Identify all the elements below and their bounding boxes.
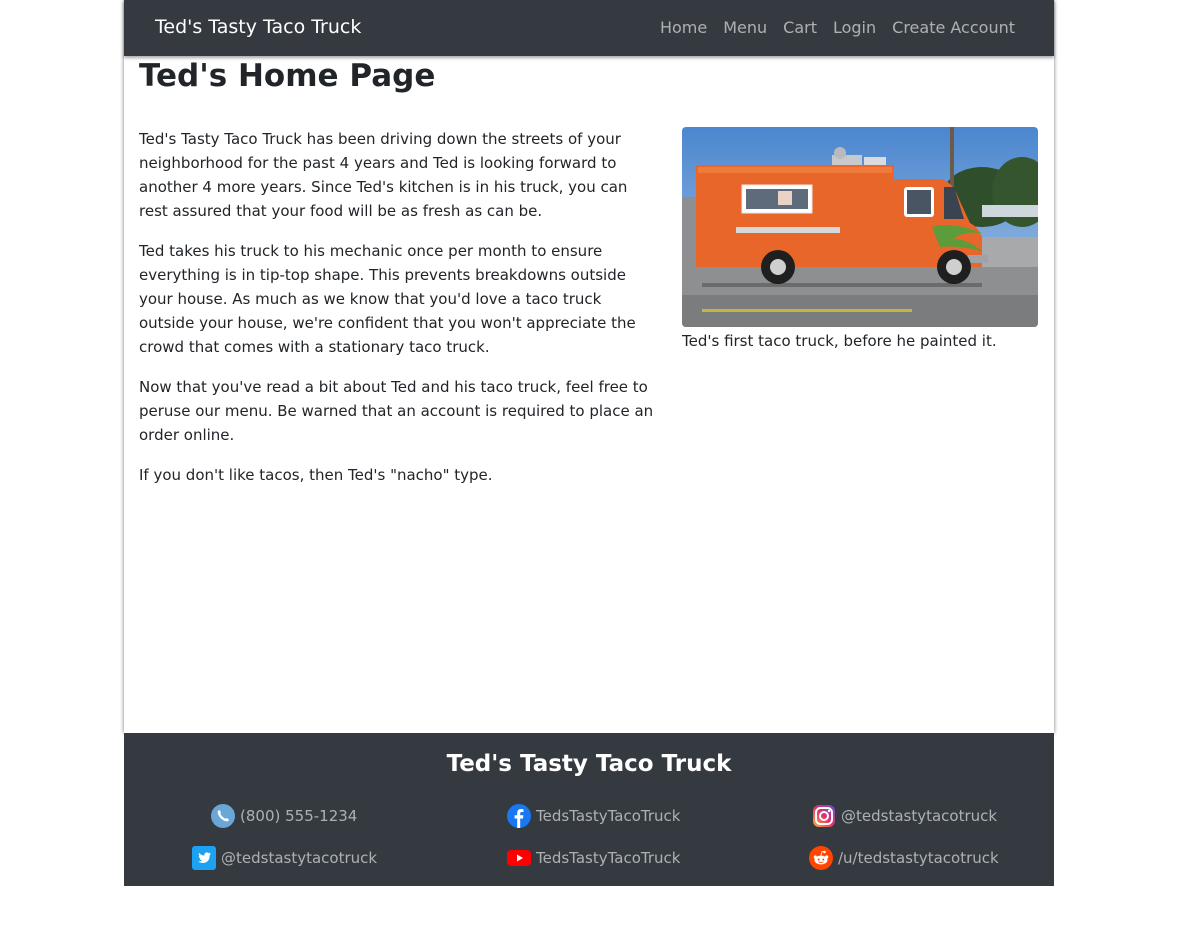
page-container: Ted's Tasty Taco Truck Home Menu Cart Lo…: [124, 0, 1054, 733]
youtube-icon: [507, 846, 531, 870]
nav-cart[interactable]: Cart: [783, 18, 817, 37]
brand-link[interactable]: Ted's Tasty Taco Truck: [155, 16, 361, 38]
image-caption: Ted's first taco truck, before he painte…: [682, 332, 997, 350]
reddit-icon: [809, 846, 833, 870]
nav-home[interactable]: Home: [660, 18, 707, 37]
page-title: Ted's Home Page: [139, 58, 436, 94]
taco-truck-image: [682, 127, 1038, 327]
phone-link[interactable]: (800) 555-1234: [211, 804, 357, 828]
navbar: Ted's Tasty Taco Truck Home Menu Cart Lo…: [124, 0, 1054, 56]
reddit-text: /u/tedstastytacotruck: [838, 849, 999, 867]
twitter-icon: [192, 846, 216, 870]
instagram-text: @tedstastytacotruck: [841, 807, 998, 825]
footer: Ted's Tasty Taco Truck (800) 555-1234 Te…: [124, 733, 1054, 886]
reddit-link[interactable]: /u/tedstastytacotruck: [809, 846, 999, 870]
youtube-text: TedsTastyTacoTruck: [536, 849, 681, 867]
paragraph: Now that you've read a bit about Ted and…: [139, 378, 654, 444]
truck-figure: Ted's first taco truck, before he painte…: [682, 127, 1038, 351]
nav-menu[interactable]: Menu: [723, 18, 767, 37]
twitter-text: @tedstastytacotruck: [221, 849, 378, 867]
paragraph: Ted's Tasty Taco Truck has been driving …: [139, 130, 628, 220]
facebook-text: TedsTastyTacoTruck: [536, 807, 681, 825]
nav-login[interactable]: Login: [833, 18, 876, 37]
paragraph: If you don't like tacos, then Ted's "nac…: [139, 466, 493, 484]
footer-title: Ted's Tasty Taco Truck: [446, 751, 732, 777]
facebook-icon: [507, 804, 531, 828]
paragraph: Ted takes his truck to his mechanic once…: [139, 242, 636, 356]
twitter-link[interactable]: @tedstastytacotruck: [192, 846, 377, 870]
instagram-icon: [812, 804, 836, 828]
instagram-link[interactable]: @tedstastytacotruck: [812, 804, 997, 828]
nav-create-account[interactable]: Create Account: [892, 18, 1015, 37]
youtube-link[interactable]: TedsTastyTacoTruck: [507, 846, 681, 870]
phone-text: (800) 555-1234: [240, 807, 358, 825]
phone-icon: [211, 804, 235, 828]
nav-links: Home Menu Cart Login Create Account: [660, 18, 1015, 37]
facebook-link[interactable]: TedsTastyTacoTruck: [507, 804, 681, 828]
intro-text: Ted's Tasty Taco Truck has been driving …: [139, 127, 654, 503]
